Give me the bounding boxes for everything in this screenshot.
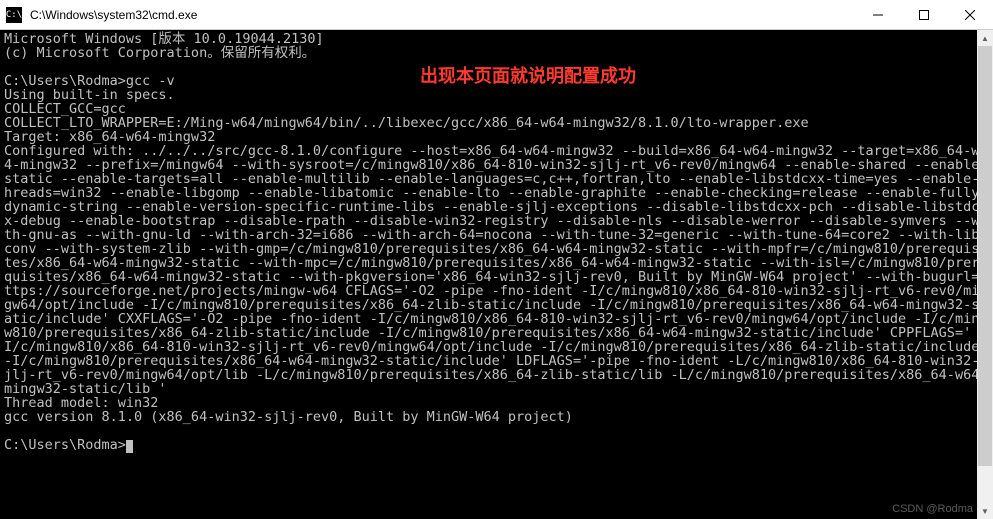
close-icon — [965, 10, 975, 20]
watermark: CSDN @Rodma — [892, 503, 973, 515]
scroll-up-arrow-icon[interactable]: ▲ — [977, 30, 993, 46]
success-annotation: 出现本页面就说明配置成功 — [420, 62, 636, 88]
close-button[interactable] — [947, 0, 993, 29]
scrollbar-thumb[interactable] — [978, 46, 992, 466]
terminal-output[interactable]: Microsoft Windows [版本 10.0.19044.2130] (… — [0, 30, 993, 519]
window-controls — [855, 0, 993, 29]
terminal-line: Configured with: ../../../src/gcc-8.1.0/… — [4, 143, 987, 397]
terminal-line: gcc version 8.1.0 (x86_64-win32-sjlj-rev… — [4, 409, 573, 425]
window-titlebar: C:\ C:\Windows\system32\cmd.exe — [0, 0, 993, 30]
maximize-icon — [919, 10, 929, 20]
scroll-down-arrow-icon[interactable]: ▼ — [977, 503, 993, 519]
minimize-button[interactable] — [855, 0, 901, 29]
cursor — [126, 440, 133, 453]
prompt-line: C:\Users\Rodma> — [4, 437, 126, 453]
window-title: C:\Windows\system32\cmd.exe — [28, 8, 855, 22]
maximize-button[interactable] — [901, 0, 947, 29]
terminal-line: (c) Microsoft Corporation。保留所有权利。 — [4, 45, 315, 61]
app-icon: C:\ — [6, 7, 22, 23]
vertical-scrollbar[interactable]: ▲ ▼ — [977, 30, 993, 519]
minimize-icon — [873, 10, 883, 20]
